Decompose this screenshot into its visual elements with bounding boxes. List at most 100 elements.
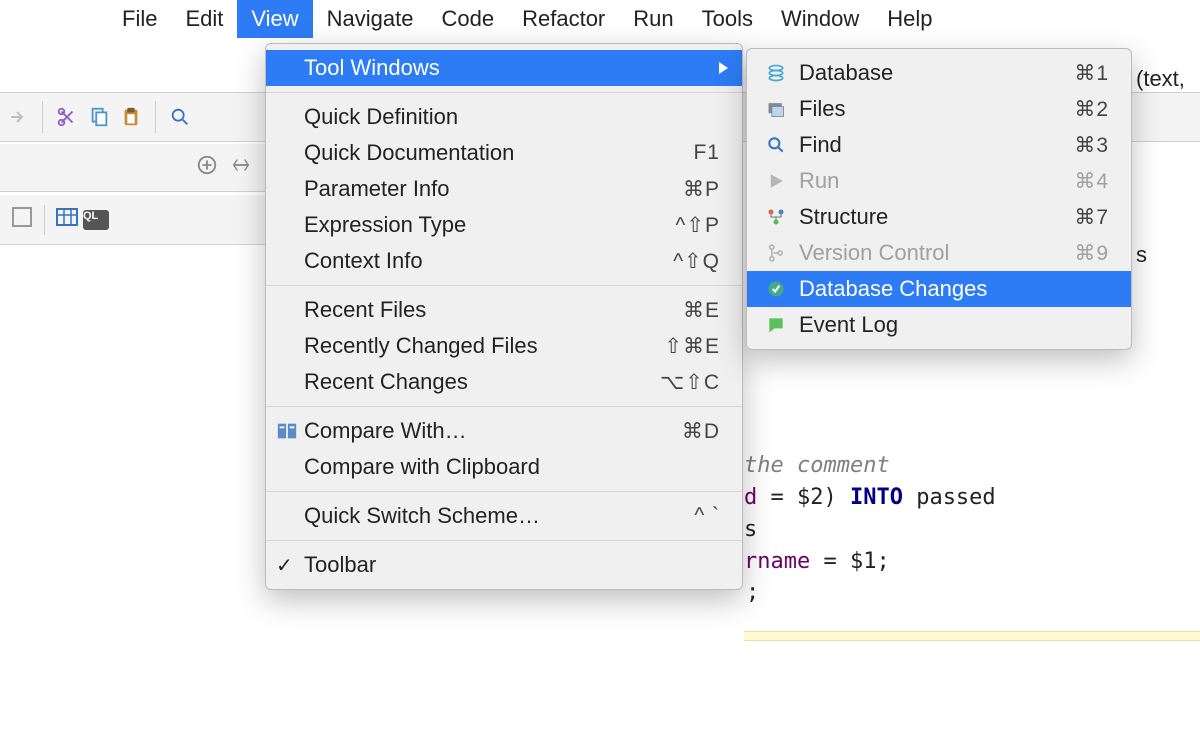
menu-item-toolbar[interactable]: ✓ Toolbar (266, 547, 742, 583)
menu-item-shortcut: ^ ` (694, 504, 720, 528)
tool-window-database-changes[interactable]: Database Changes (747, 271, 1131, 307)
tool-windows-submenu: Database⌘1Files⌘2Find⌘3Run⌘4Structure⌘7V… (746, 48, 1132, 350)
split-icon[interactable] (230, 154, 252, 182)
menu-separator (266, 92, 742, 93)
menu-item-label: Database (799, 60, 1074, 86)
partial-code-text: (text, (1136, 66, 1185, 92)
database-icon (765, 62, 787, 84)
paste-icon[interactable] (117, 103, 145, 131)
menu-item-label: Run (799, 168, 1074, 194)
menu-item-shortcut: ⌘4 (1074, 169, 1109, 194)
menu-item-context-info[interactable]: Context Info^⇧Q (266, 243, 742, 279)
cut-icon[interactable] (53, 103, 81, 131)
menu-item-label: Expression Type (304, 212, 676, 238)
toolbar-separator (42, 101, 43, 133)
menu-item-shortcut: ⌘1 (1074, 61, 1109, 86)
menubar-item-refactor[interactable]: Refactor (508, 0, 619, 38)
menu-item-shortcut: ⌘P (683, 177, 720, 202)
menu-item-label: Compare with Clipboard (304, 454, 720, 480)
menubar-item-window[interactable]: Window (767, 0, 873, 38)
menu-item-quick-switch-scheme[interactable]: Quick Switch Scheme…^ ` (266, 498, 742, 534)
menu-separator (266, 406, 742, 407)
menu-item-shortcut: ^⇧Q (673, 249, 720, 274)
copy-icon[interactable] (85, 103, 113, 131)
menu-item-label: Tool Windows (304, 55, 720, 81)
tab-sql-icon[interactable]: QL (83, 210, 109, 230)
highlight-band (744, 631, 1200, 641)
compare-icon (276, 420, 298, 442)
tool-window-run: Run⌘4 (747, 163, 1131, 199)
search-icon[interactable] (166, 103, 194, 131)
menu-item-label: Compare With… (304, 418, 682, 444)
menu-item-compare-with-clipboard[interactable]: Compare with Clipboard (266, 449, 742, 485)
menu-item-label: Find (799, 132, 1074, 158)
toolbar-separator (155, 101, 156, 133)
sub-toolbar (0, 144, 270, 192)
menu-item-shortcut: ⌘7 (1074, 205, 1109, 230)
view-menu-dropdown: Tool Windows Quick Definition Quick Docume… (265, 43, 743, 590)
menu-separator (266, 491, 742, 492)
menubar-item-navigate[interactable]: Navigate (313, 0, 428, 38)
menu-item-label: Quick Definition (304, 104, 720, 130)
code-fragment: the comment d = $2) INTO passed s rname … (744, 418, 996, 578)
menu-item-label: Event Log (799, 312, 1109, 338)
tool-window-event-log[interactable]: Event Log (747, 307, 1131, 343)
menu-item-recent-changes[interactable]: Recent Changes⌥⇧C (266, 364, 742, 400)
menu-item-shortcut: ⌘2 (1074, 97, 1109, 122)
tab-separator (44, 205, 45, 235)
menu-item-label: Parameter Info (304, 176, 683, 202)
menubar-item-edit[interactable]: Edit (171, 0, 237, 38)
forward-icon[interactable] (4, 103, 32, 131)
menu-item-label: Database Changes (799, 276, 1109, 302)
menu-item-quick-definition[interactable]: Quick Definition (266, 99, 742, 135)
menu-item-shortcut: ⇧⌘E (664, 334, 720, 359)
menu-item-label: Version Control (799, 240, 1074, 266)
menu-item-label: Context Info (304, 248, 673, 274)
vcs-icon (765, 242, 787, 264)
menubar-item-run[interactable]: Run (619, 0, 687, 38)
menu-item-label: Toolbar (304, 552, 720, 578)
editor-tab-strip: QL (0, 195, 270, 245)
tool-window-database[interactable]: Database⌘1 (747, 55, 1131, 91)
menu-item-tool-windows[interactable]: Tool Windows (266, 50, 742, 86)
menu-item-label: Recent Files (304, 297, 683, 323)
files-icon (765, 98, 787, 120)
add-icon[interactable] (196, 154, 218, 182)
dbchanges-icon (765, 278, 787, 300)
find-icon (765, 134, 787, 156)
menu-item-recent-files[interactable]: Recent Files⌘E (266, 292, 742, 328)
main-menubar: FileEditViewNavigateCodeRefactorRunTools… (0, 0, 1200, 38)
tool-window-structure[interactable]: Structure⌘7 (747, 199, 1131, 235)
menu-item-shortcut: F1 (693, 141, 720, 165)
check-icon: ✓ (276, 553, 293, 578)
menubar-item-view[interactable]: View (237, 0, 312, 38)
menu-item-label: Quick Switch Scheme… (304, 503, 694, 529)
menu-item-parameter-info[interactable]: Parameter Info⌘P (266, 171, 742, 207)
menu-item-shortcut: ⌘D (682, 419, 720, 444)
eventlog-icon (765, 314, 787, 336)
menu-separator (266, 285, 742, 286)
menu-item-label: Structure (799, 204, 1074, 230)
menubar-item-code[interactable]: Code (428, 0, 509, 38)
menu-item-expression-type[interactable]: Expression Type^⇧P (266, 207, 742, 243)
tab-table-icon[interactable] (55, 205, 79, 235)
tab-blank-icon[interactable] (10, 205, 34, 235)
menubar-item-file[interactable]: File (108, 0, 171, 38)
menu-item-shortcut: ⌘9 (1074, 241, 1109, 266)
menu-separator (266, 540, 742, 541)
menu-item-label: Files (799, 96, 1074, 122)
code-semicolon: ; (746, 580, 759, 605)
submenu-arrow-icon (719, 62, 728, 74)
tool-window-find[interactable]: Find⌘3 (747, 127, 1131, 163)
menu-item-quick-documentation[interactable]: Quick DocumentationF1 (266, 135, 742, 171)
partial-code-text: s (1136, 242, 1147, 268)
menu-item-shortcut: ⌥⇧C (660, 370, 720, 395)
menu-item-label: Recently Changed Files (304, 333, 664, 359)
menu-item-recently-changed-files[interactable]: Recently Changed Files⇧⌘E (266, 328, 742, 364)
run-icon (765, 170, 787, 192)
menu-item-compare-with[interactable]: Compare With…⌘D (266, 413, 742, 449)
menubar-item-help[interactable]: Help (873, 0, 946, 38)
tool-window-files[interactable]: Files⌘2 (747, 91, 1131, 127)
menubar-item-tools[interactable]: Tools (688, 0, 767, 38)
menu-item-shortcut: ⌘3 (1074, 133, 1109, 158)
